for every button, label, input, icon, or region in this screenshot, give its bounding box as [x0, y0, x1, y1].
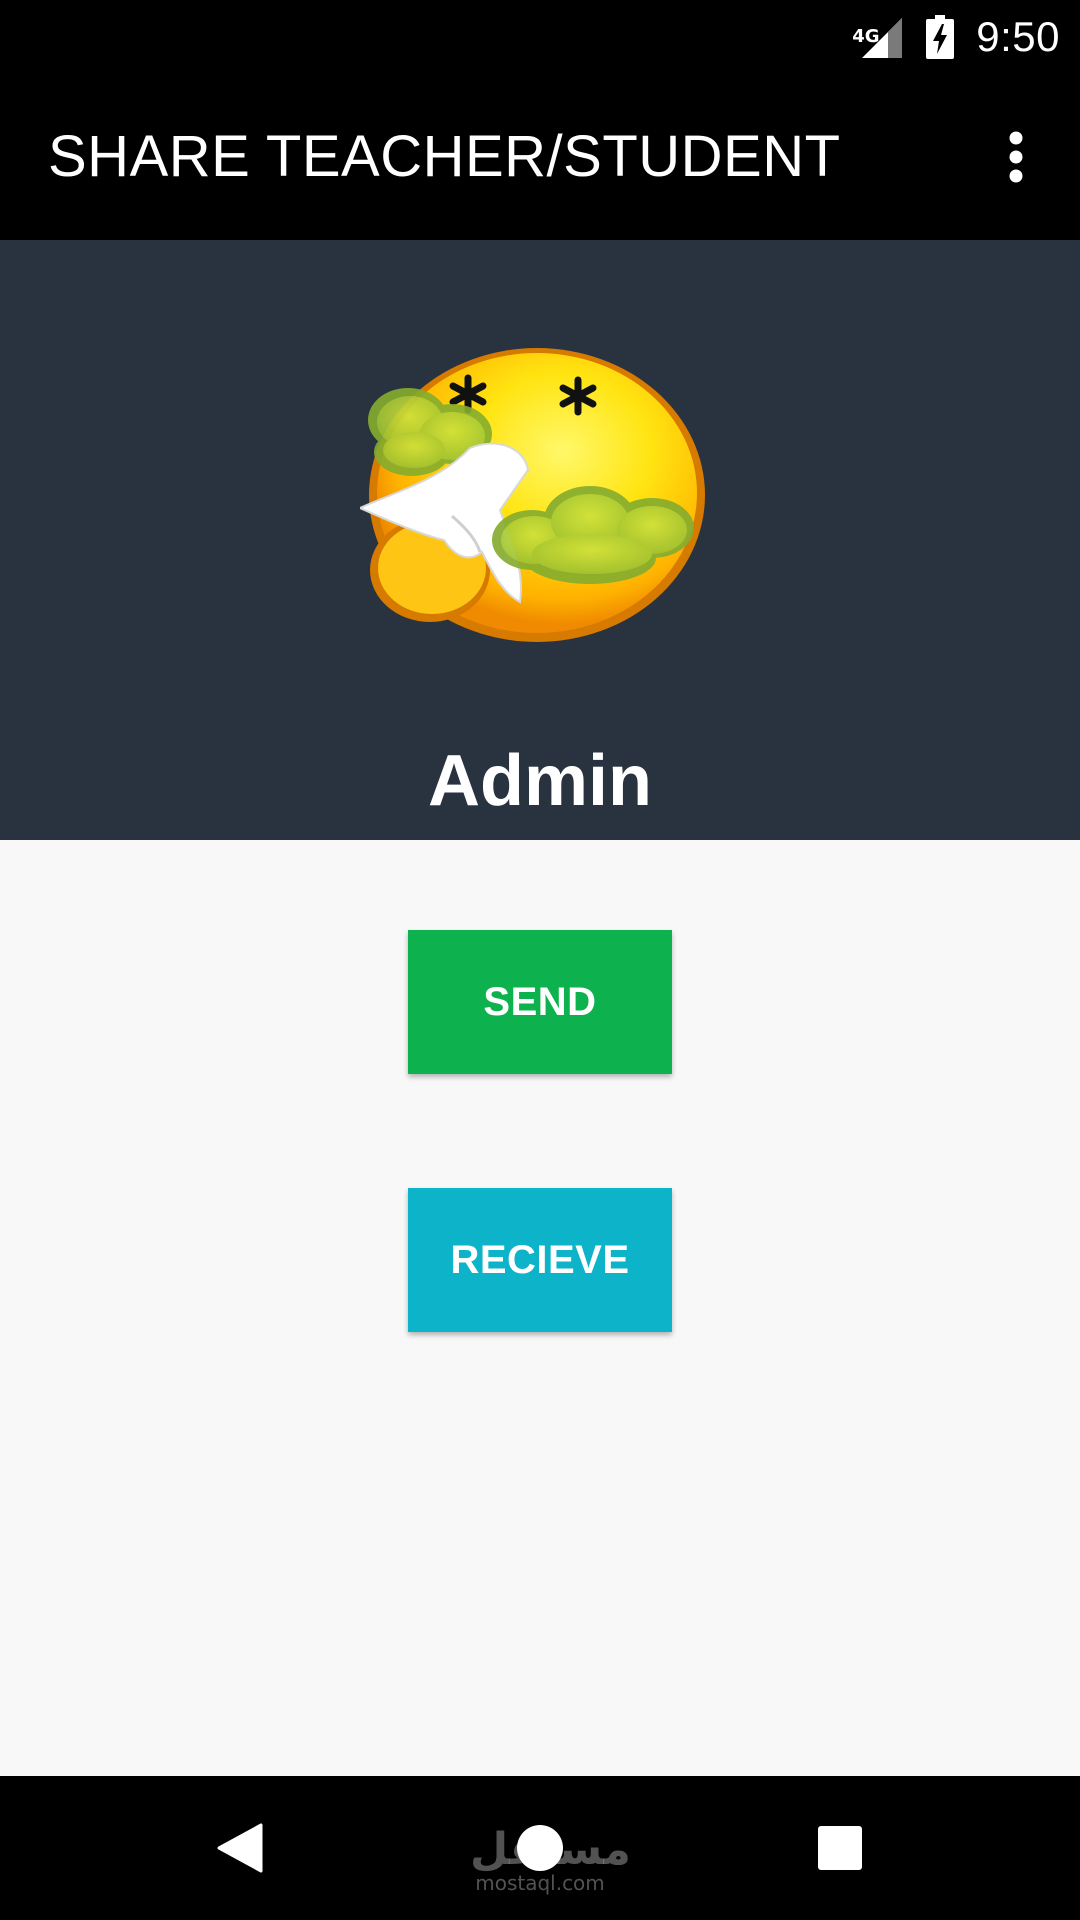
home-icon: [517, 1825, 563, 1871]
profile-header: Admin: [0, 240, 1080, 840]
more-vert-icon: [1009, 131, 1023, 183]
recieve-button[interactable]: RECIEVE: [408, 1188, 672, 1332]
status-icons: 4G 9:50: [852, 0, 1060, 74]
home-button[interactable]: [490, 1798, 590, 1898]
signal-icon: [862, 18, 903, 58]
back-icon: [217, 1823, 263, 1873]
status-bar: 4G 9:50: [0, 0, 1080, 74]
clock: 9:50: [976, 13, 1060, 60]
app-bar: SHARE TEACHER/STUDENT: [0, 74, 1080, 240]
user-name: Admin: [428, 741, 652, 821]
app-title: SHARE TEACHER/STUDENT: [48, 124, 841, 189]
overflow-menu-button[interactable]: [976, 117, 1056, 197]
screen: 4G 9:50 SHARE TEACHER/STUDENT Admin SEND…: [0, 0, 1080, 1920]
recents-icon: [818, 1826, 862, 1870]
sick-emoji-icon: [360, 348, 705, 642]
battery-charging-icon: [926, 15, 955, 59]
back-button[interactable]: [190, 1798, 290, 1898]
send-button[interactable]: SEND: [408, 930, 672, 1074]
signal-indicator: 4G: [852, 14, 904, 60]
recents-button[interactable]: [790, 1798, 890, 1898]
navigation-bar: مستقل mostaql.com: [0, 1776, 1080, 1920]
